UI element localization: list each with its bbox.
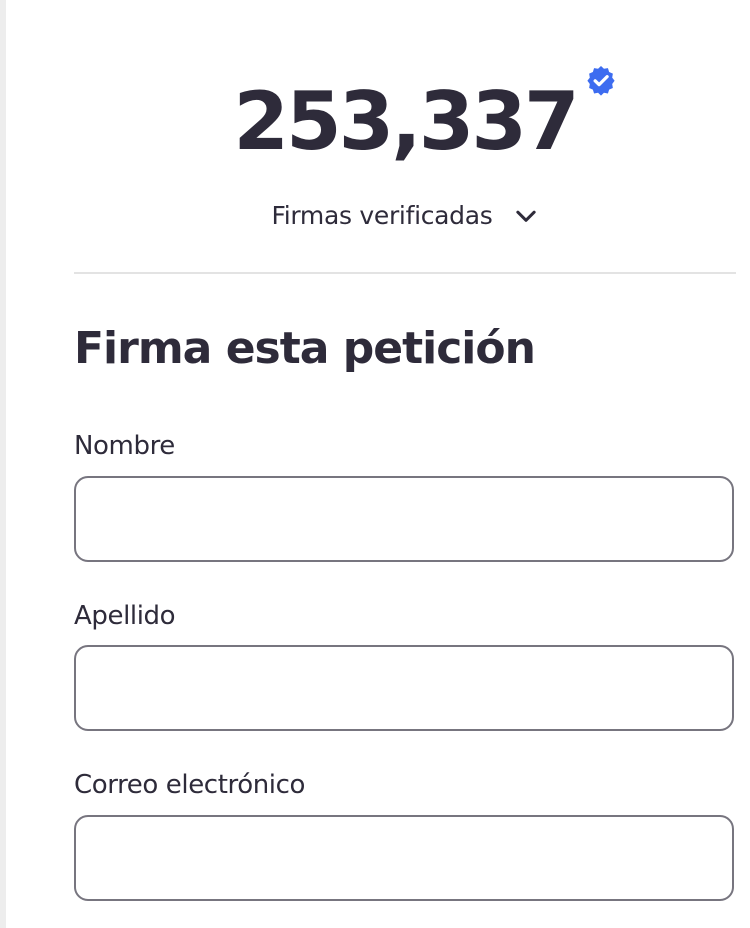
last-name-input[interactable]: [74, 645, 734, 731]
verified-signatures-label: Firmas verificadas: [271, 201, 493, 230]
chevron-down-icon: [513, 203, 539, 229]
petition-sign-panel: 253,337 Firmas verificadas Firma esta pe…: [74, 0, 736, 928]
first-name-input[interactable]: [74, 476, 734, 562]
last-name-label: Apellido: [74, 601, 176, 631]
signature-count: 253,337: [233, 75, 579, 168]
page-left-edge: [0, 0, 6, 928]
signature-count-wrap: 253,337: [233, 66, 615, 172]
verified-badge-icon: [585, 64, 617, 96]
sign-form-title: Firma esta petición: [74, 323, 536, 374]
chevron-down-svg: [515, 210, 536, 222]
email-input[interactable]: [74, 815, 734, 901]
verified-signatures-toggle[interactable]: Firmas verificadas: [74, 196, 736, 236]
first-name-label: Nombre: [74, 431, 175, 461]
email-label: Correo electrónico: [74, 770, 306, 800]
verified-badge-svg: [587, 66, 615, 96]
section-divider: [74, 272, 736, 274]
signature-counter: 253,337: [74, 66, 736, 172]
